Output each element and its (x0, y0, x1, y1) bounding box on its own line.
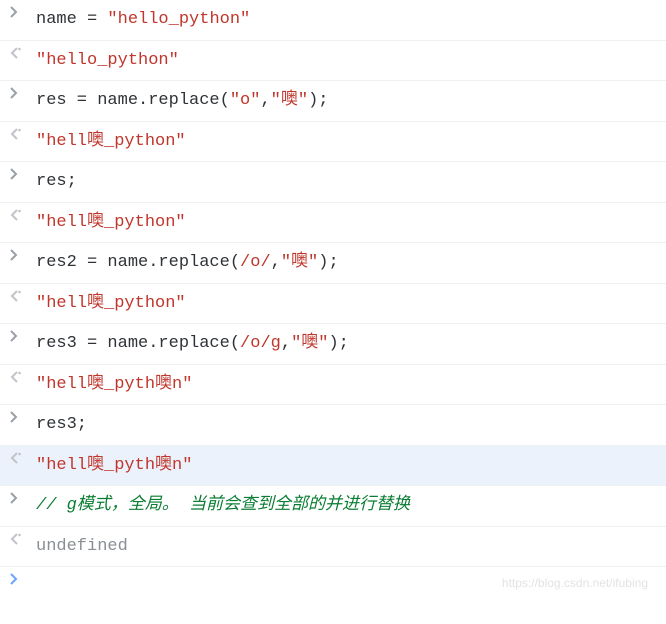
code-segment-string: "hell噢_pyth噢n" (36, 456, 192, 475)
console-input-text: res3; (36, 411, 666, 439)
code-segment-plain: ); (328, 334, 348, 353)
console-output-text: undefined (36, 533, 666, 561)
output-result-icon (8, 452, 36, 464)
console-input-row[interactable]: res3 = name.replace(/o/g,"噢"); (0, 324, 666, 365)
output-result-icon (8, 209, 36, 221)
console-input-row[interactable]: res = name.replace("o","噢"); (0, 81, 666, 122)
code-segment-string: "hell噢_python" (36, 213, 186, 232)
output-result-icon (8, 290, 36, 302)
input-prompt-icon (8, 6, 36, 18)
console-input-text: name = "hello_python" (36, 6, 666, 34)
code-segment-string: "hello_python" (107, 10, 250, 29)
input-prompt-icon (8, 249, 36, 261)
input-prompt-icon (8, 492, 36, 504)
console-output-text: "hello_python" (36, 47, 666, 75)
input-prompt-icon (8, 411, 36, 423)
console-input-text: // g模式，全局。 当前会查到全部的并进行替换 (36, 492, 666, 520)
code-segment-plain: ); (318, 253, 338, 272)
console-panel[interactable]: name = "hello_python""hello_python"res =… (0, 0, 666, 567)
code-segment-plain: res3 = name.replace( (36, 334, 240, 353)
console-output-row[interactable]: "hell噢_pyth噢n" (0, 446, 666, 487)
console-input-row[interactable]: name = "hello_python" (0, 0, 666, 41)
console-output-row[interactable]: undefined (0, 527, 666, 568)
console-output-text: "hell噢_python" (36, 290, 666, 318)
code-segment-plain: res = name.replace( (36, 91, 230, 110)
input-prompt-icon (8, 573, 36, 585)
console-output-text: "hell噢_python" (36, 209, 666, 237)
console-output-row[interactable]: "hell噢_pyth噢n" (0, 365, 666, 406)
code-segment-plain: , (260, 91, 270, 110)
code-segment-string: "噢" (271, 91, 308, 110)
console-output-row[interactable]: "hello_python" (0, 41, 666, 82)
code-segment-string: "hello_python" (36, 51, 179, 70)
console-output-text: "hell噢_pyth噢n" (36, 371, 666, 399)
code-segment-plain: res2 = name.replace( (36, 253, 240, 272)
output-result-icon (8, 128, 36, 140)
code-segment-string: "噢" (291, 334, 328, 353)
code-segment-comment: // g模式，全局。 当前会查到全部的并进行替换 (36, 496, 410, 515)
console-output-row[interactable]: "hell噢_python" (0, 284, 666, 325)
console-input-row[interactable]: res2 = name.replace(/o/,"噢"); (0, 243, 666, 284)
code-segment-regex: /o/ (240, 253, 271, 272)
code-segment-string: "噢" (281, 253, 318, 272)
input-prompt-icon (8, 87, 36, 99)
output-result-icon (8, 533, 36, 545)
code-segment-plain: ); (308, 91, 328, 110)
code-segment-plain: res; (36, 172, 77, 191)
console-input-text: res3 = name.replace(/o/g,"噢"); (36, 330, 666, 358)
console-input-row[interactable]: // g模式，全局。 当前会查到全部的并进行替换 (0, 486, 666, 527)
code-segment-plain: , (281, 334, 291, 353)
console-input-text: res2 = name.replace(/o/,"噢"); (36, 249, 666, 277)
code-segment-string: "o" (230, 91, 261, 110)
input-prompt-icon (8, 330, 36, 342)
console-input-text: res; (36, 168, 666, 196)
console-input-row[interactable]: res; (0, 162, 666, 203)
input-prompt-icon (8, 168, 36, 180)
code-segment-string: "hell噢_python" (36, 294, 186, 313)
console-input-row[interactable]: res3; (0, 405, 666, 446)
code-segment-undef: undefined (36, 537, 128, 556)
console-output-text: "hell噢_python" (36, 128, 666, 156)
output-result-icon (8, 371, 36, 383)
code-segment-regex: /o/g (240, 334, 281, 353)
code-segment-plain: , (271, 253, 281, 272)
console-output-text: "hell噢_pyth噢n" (36, 452, 666, 480)
code-segment-plain: res3; (36, 415, 87, 434)
output-result-icon (8, 47, 36, 59)
code-segment-string: "hell噢_python" (36, 132, 186, 151)
code-segment-plain: name = (36, 10, 107, 29)
code-segment-string: "hell噢_pyth噢n" (36, 375, 192, 394)
watermark-text: https://blog.csdn.net/ifubing (502, 576, 648, 590)
console-input-text: res = name.replace("o","噢"); (36, 87, 666, 115)
console-output-row[interactable]: "hell噢_python" (0, 122, 666, 163)
console-output-row[interactable]: "hell噢_python" (0, 203, 666, 244)
